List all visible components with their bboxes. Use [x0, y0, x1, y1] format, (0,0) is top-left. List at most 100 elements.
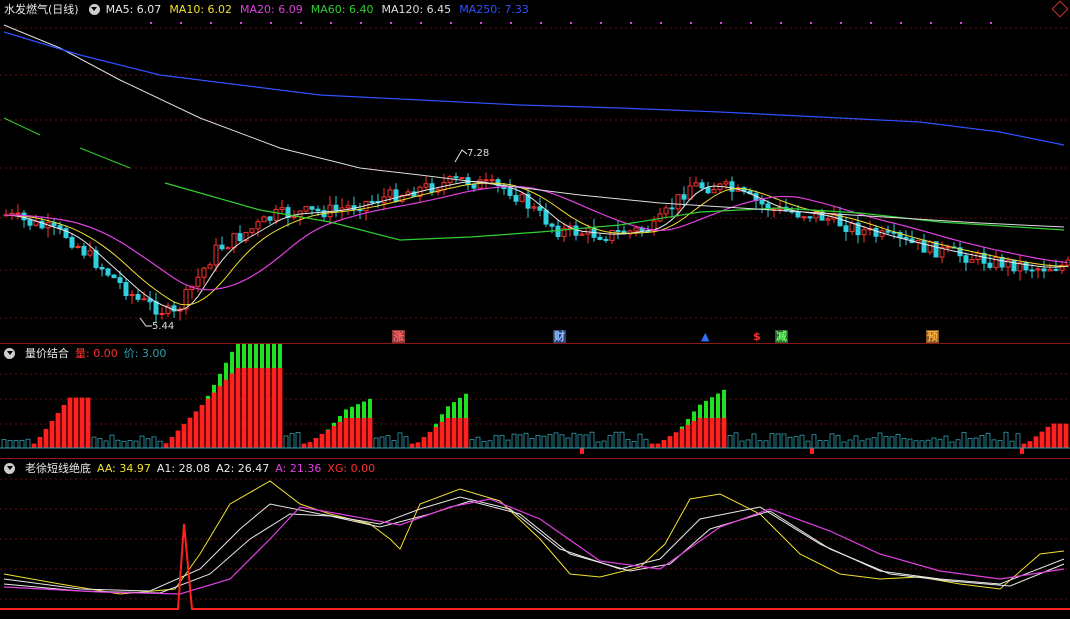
volume-bar	[169, 436, 175, 449]
volume-bar	[295, 432, 301, 449]
volume-bar	[1057, 423, 1063, 449]
volume-bar	[175, 430, 181, 449]
main-chart-panel[interactable]: 水发燃气(日线) MA5: 6.07 MA10: 6.02 MA20: 6.09 MA…	[0, 0, 1070, 343]
volume-bar-green	[218, 373, 222, 387]
candle-body	[387, 189, 393, 198]
event-marker[interactable]: 涨	[392, 330, 405, 343]
candle-body	[633, 227, 639, 232]
volume-chart[interactable]	[0, 344, 1070, 458]
volume-bar	[1039, 431, 1045, 449]
candle-body	[201, 267, 207, 278]
volume-bar	[949, 441, 955, 449]
candle-body	[555, 225, 561, 237]
volume-bar	[889, 436, 895, 449]
volume-bar	[229, 372, 235, 449]
volume-bar	[913, 440, 919, 449]
volume-bar	[583, 434, 589, 449]
signal-dot	[840, 22, 842, 24]
volume-bar	[559, 434, 565, 449]
volume-bar	[391, 440, 397, 449]
volume-bar	[13, 440, 19, 449]
candle-body	[81, 245, 87, 256]
volume-bar-green	[356, 404, 360, 418]
volume-bar	[679, 428, 685, 449]
volume-bar	[313, 438, 319, 449]
volume-bar-green	[446, 406, 450, 418]
oscillator-panel[interactable]: 老徐短线绝底 AA: 34.97 A1: 28.08 A2: 26.47 A: …	[0, 459, 1070, 619]
volume-bar	[187, 417, 193, 449]
volume-bar	[943, 435, 949, 449]
signal-dot	[630, 22, 632, 24]
volume-bar-green	[206, 395, 210, 399]
event-marker[interactable]: 财	[553, 330, 566, 343]
indicator-line	[3, 117, 41, 136]
candle-body	[225, 247, 231, 250]
indicator-line	[3, 24, 1065, 228]
candle-body	[669, 207, 675, 210]
signal-dot	[480, 22, 482, 24]
signal-dot	[330, 22, 332, 24]
volume-bar	[97, 438, 103, 449]
low-price-label: 5.44	[152, 321, 175, 332]
volume-bar	[619, 431, 625, 449]
volume-bar	[79, 397, 85, 449]
volume-bar	[103, 440, 109, 449]
volume-bar	[937, 438, 943, 449]
volume-bar	[955, 439, 961, 449]
volume-bar	[271, 367, 277, 449]
volume-bar-green	[254, 344, 258, 368]
signal-dot	[300, 22, 302, 24]
signal-dot	[360, 22, 362, 24]
volume-bar	[835, 434, 841, 449]
volume-bar	[427, 431, 433, 449]
volume-bar	[463, 417, 469, 449]
event-marker[interactable]: $	[752, 330, 762, 343]
volume-bar-green	[452, 402, 456, 418]
signal-dot	[660, 22, 662, 24]
volume-bar	[31, 443, 37, 449]
candle-body	[969, 259, 975, 263]
candle-body	[885, 230, 891, 233]
signal-dot	[750, 22, 752, 24]
volume-panel[interactable]: 量价结合 量: 0.00 价: 3.00	[0, 344, 1070, 458]
candle-body	[579, 233, 585, 236]
volume-bar	[421, 437, 427, 449]
volume-bar	[211, 392, 217, 449]
candle-body	[843, 225, 849, 233]
candle-body	[291, 216, 297, 219]
candlestick-chart[interactable]	[0, 0, 1070, 343]
volume-bar	[973, 437, 979, 449]
volume-bar	[61, 404, 67, 449]
volume-bar	[823, 440, 829, 449]
volume-bar-green	[338, 416, 342, 422]
volume-bar-green	[368, 398, 372, 418]
candle-body	[51, 222, 57, 227]
signal-dot	[900, 22, 902, 24]
candle-body	[453, 176, 459, 179]
volume-bar	[349, 417, 355, 449]
candle-body	[921, 239, 927, 253]
candle-body	[723, 181, 729, 185]
volume-bar-green	[248, 344, 252, 368]
volume-bar	[49, 420, 55, 449]
volume-bar	[817, 439, 823, 449]
indicator-line	[3, 498, 1065, 595]
volume-bar	[1045, 426, 1051, 449]
volume-bar	[445, 417, 451, 449]
volume-bar	[691, 420, 697, 449]
signal-dot	[270, 22, 272, 24]
signal-dot	[930, 22, 932, 24]
volume-bar-green	[344, 409, 348, 418]
candle-body	[675, 194, 681, 210]
oscillator-chart[interactable]	[0, 459, 1070, 619]
event-marker[interactable]: ▲	[700, 330, 711, 343]
candle-body	[1035, 268, 1041, 271]
event-marker[interactable]: 减	[775, 330, 788, 343]
signal-dot	[390, 22, 392, 24]
volume-bar	[883, 436, 889, 449]
candle-body	[261, 216, 267, 223]
signal-dot	[450, 22, 452, 24]
volume-bar	[217, 385, 223, 449]
volume-bar	[787, 436, 793, 449]
event-marker[interactable]: 预	[926, 330, 939, 343]
